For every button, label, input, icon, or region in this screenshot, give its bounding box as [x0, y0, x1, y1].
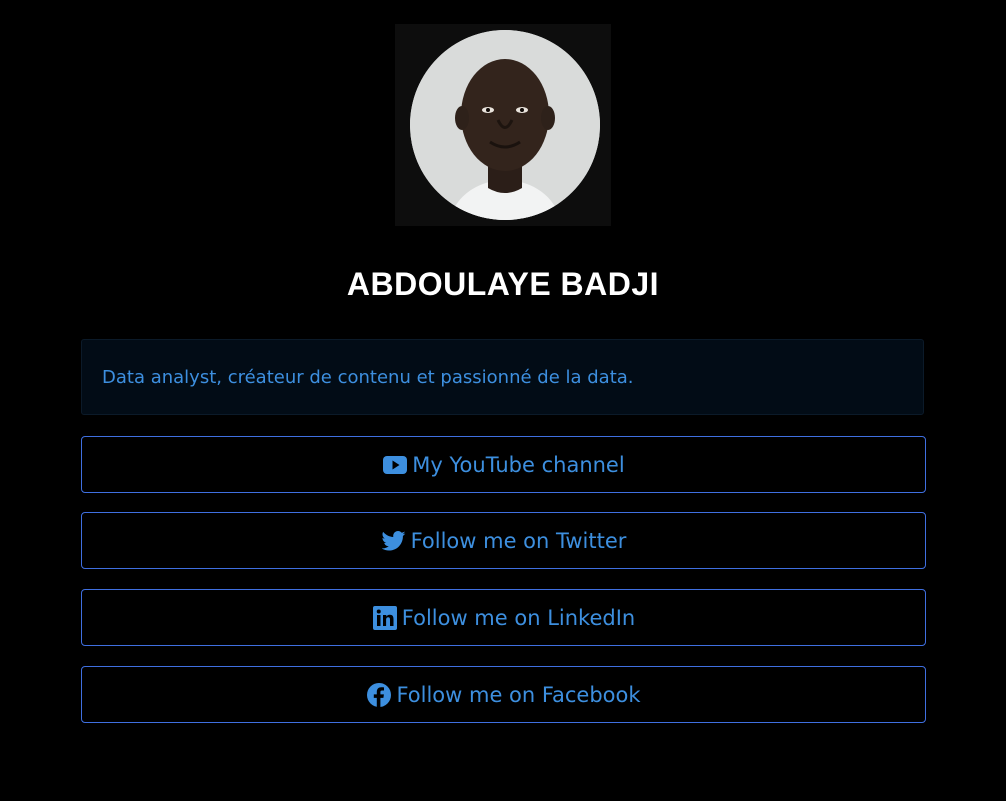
bio-text: Data analyst, créateur de contenu et pas…: [102, 367, 634, 388]
twitter-link-label: Follow me on Twitter: [410, 528, 627, 553]
youtube-link-button[interactable]: My YouTube channel: [81, 436, 926, 493]
facebook-icon: [366, 682, 392, 707]
linkedin-icon: [372, 605, 398, 630]
facebook-link-label: Follow me on Facebook: [396, 682, 641, 707]
profile-name: ABDOULAYE BADJI: [346, 266, 660, 302]
twitter-icon: [381, 529, 407, 553]
avatar-frame: [395, 24, 611, 226]
avatar-photo: [410, 30, 600, 220]
profile-page: ABDOULAYE BADJI Data analyst, créateur d…: [0, 0, 1006, 801]
youtube-icon: [382, 453, 408, 477]
avatar: [410, 30, 600, 220]
linkedin-link-label: Follow me on LinkedIn: [401, 605, 636, 630]
bio-card: Data analyst, créateur de contenu et pas…: [81, 339, 924, 415]
twitter-link-button[interactable]: Follow me on Twitter: [81, 512, 926, 569]
youtube-link-label: My YouTube channel: [412, 452, 625, 477]
linkedin-link-button[interactable]: Follow me on LinkedIn: [81, 589, 926, 646]
facebook-link-button[interactable]: Follow me on Facebook: [81, 666, 926, 723]
